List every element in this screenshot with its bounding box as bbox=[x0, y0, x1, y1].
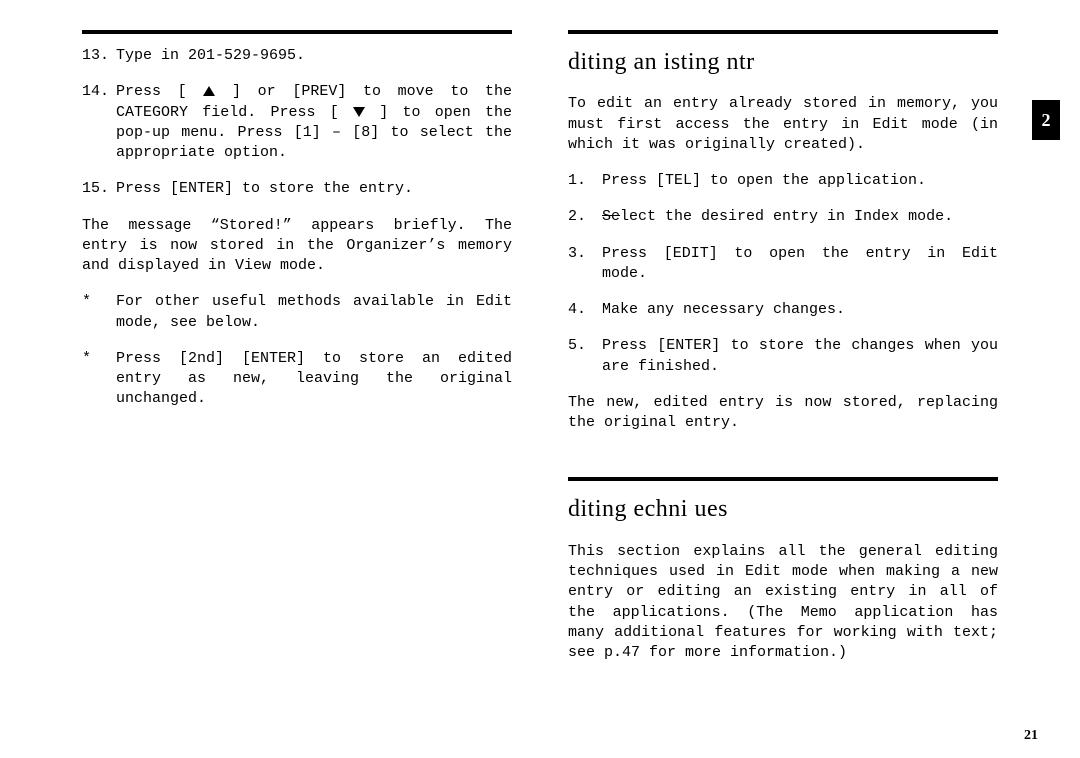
page-number: 21 bbox=[1024, 727, 1038, 746]
rstep-5: 5. Press [ENTER] to store the changes wh… bbox=[568, 336, 998, 377]
bullet-mark: * bbox=[82, 292, 116, 333]
step-num: 5. bbox=[568, 336, 602, 377]
bullet-text: For other useful methods available in Ed… bbox=[116, 292, 512, 333]
step-text: Press [ ] or [PREV] to move to the CATEG… bbox=[116, 82, 512, 163]
step-num: 14. bbox=[82, 82, 116, 163]
triangle-down-icon bbox=[353, 107, 365, 117]
step-num: 4. bbox=[568, 300, 602, 320]
step-num: 13. bbox=[82, 46, 116, 66]
bullet-2: * Press [2nd] [ENTER] to store an edited… bbox=[82, 349, 512, 410]
step-text: Type in 201-529-9695. bbox=[116, 46, 305, 66]
page: 13. Type in 201-529-9695. 14. Press [ ] … bbox=[0, 0, 1080, 699]
left-column: 13. Type in 201-529-9695. 14. Press [ ] … bbox=[82, 30, 512, 679]
step-text: Select the desired entry in Index mode. bbox=[602, 207, 953, 227]
rstep-2: 2. Select the desired entry in Index mod… bbox=[568, 207, 998, 227]
right-column: diting an isting ntr To edit an entry al… bbox=[568, 30, 998, 679]
outro-paragraph: The new, edited entry is now stored, rep… bbox=[568, 393, 998, 434]
step-num: 2. bbox=[568, 207, 602, 227]
step-text: Press [ENTER] to store the changes when … bbox=[602, 336, 998, 377]
rstep-1: 1. Press [TEL] to open the application. bbox=[568, 171, 998, 191]
step-num: 3. bbox=[568, 244, 602, 285]
step-text: Press [TEL] to open the application. bbox=[602, 171, 926, 191]
bullet-mark: * bbox=[82, 349, 116, 410]
step-num: 1. bbox=[568, 171, 602, 191]
bullet-text: Press [2nd] [ENTER] to store an edited e… bbox=[116, 349, 512, 410]
stored-paragraph: The message “Stored!” appears briefly. T… bbox=[82, 216, 512, 277]
step-num: 15. bbox=[82, 179, 116, 199]
step-text: Press [EDIT] to open the entry in Edit m… bbox=[602, 244, 998, 285]
rule-right-2 bbox=[568, 477, 998, 481]
intro-paragraph: To edit an entry already stored in memor… bbox=[568, 94, 998, 155]
rstep-4: 4. Make any necessary changes. bbox=[568, 300, 998, 320]
heading-editing-techniques: diting echni ues bbox=[568, 493, 998, 525]
rstep-3: 3. Press [EDIT] to open the entry in Edi… bbox=[568, 244, 998, 285]
triangle-up-icon bbox=[203, 86, 215, 96]
section-tab: 2 bbox=[1032, 100, 1060, 140]
step-text: Press [ENTER] to store the entry. bbox=[116, 179, 413, 199]
rule-left bbox=[82, 30, 512, 34]
bullet-1: * For other useful methods available in … bbox=[82, 292, 512, 333]
heading-editing-existing: diting an isting ntr bbox=[568, 46, 998, 78]
rule-right-1 bbox=[568, 30, 998, 34]
step-14: 14. Press [ ] or [PREV] to move to the C… bbox=[82, 82, 512, 163]
step-text: Make any necessary changes. bbox=[602, 300, 845, 320]
step-13: 13. Type in 201-529-9695. bbox=[82, 46, 512, 66]
step-15: 15. Press [ENTER] to store the entry. bbox=[82, 179, 512, 199]
tech-paragraph: This section explains all the general ed… bbox=[568, 542, 998, 664]
strike-text: Se bbox=[602, 208, 620, 225]
